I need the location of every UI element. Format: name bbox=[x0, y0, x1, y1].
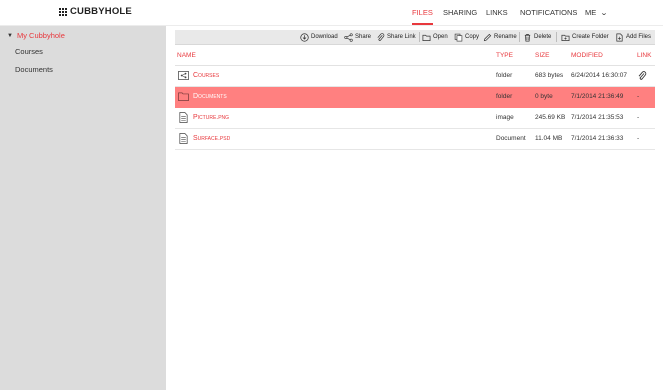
file-modified: 7/1/2014 21:36:49 bbox=[571, 93, 624, 100]
app-title: CUBBYHOLE bbox=[70, 6, 132, 17]
nav-notifications[interactable]: NOTIFICATIONS bbox=[520, 0, 577, 25]
nav-sharing[interactable]: SHARING bbox=[443, 0, 477, 25]
nav-links[interactable]: LINKS bbox=[486, 0, 508, 25]
shared-folder-icon bbox=[178, 71, 189, 80]
file-link: - bbox=[637, 135, 640, 142]
rename-button[interactable]: Rename bbox=[483, 30, 517, 44]
grid-logo-icon bbox=[58, 7, 67, 16]
file-type: folder bbox=[496, 72, 513, 79]
delete-label: Delete bbox=[534, 34, 552, 40]
copy-icon bbox=[454, 33, 463, 41]
file-size: 11.04 MB bbox=[535, 135, 563, 142]
nav-me-menu[interactable]: ME ⌄ bbox=[585, 0, 609, 25]
table-row[interactable]: Courses folder 683 bytes 6/24/2014 16:30… bbox=[175, 66, 655, 87]
download-button[interactable]: Download bbox=[300, 30, 338, 44]
file-modified: 7/1/2014 21:36:33 bbox=[571, 135, 624, 142]
top-bar: CUBBYHOLE FILES SHARING LINKS NOTIFICATI… bbox=[0, 0, 663, 26]
expand-triangle-icon[interactable]: ▼ bbox=[7, 33, 13, 39]
file-size: 683 bytes bbox=[535, 72, 564, 79]
table-header: Name Type Size Modified Link bbox=[175, 45, 655, 66]
file-type: image bbox=[496, 114, 514, 121]
sidebar-item-courses[interactable]: Courses bbox=[15, 47, 43, 56]
copy-button[interactable]: Copy bbox=[454, 30, 479, 44]
create-folder-label: Create Folder bbox=[572, 34, 609, 40]
file-toolbar: Download Share Share Link Open Copy Rena… bbox=[175, 30, 655, 45]
create-folder-button[interactable]: Create Folder bbox=[561, 30, 609, 44]
open-folder-icon bbox=[422, 34, 431, 41]
paperclip-icon bbox=[377, 32, 385, 41]
nav-me-label: ME bbox=[585, 8, 597, 17]
table-row[interactable]: Documents folder 0 byte 7/1/2014 21:36:4… bbox=[175, 87, 655, 108]
column-header-size[interactable]: Size bbox=[535, 52, 549, 59]
column-header-modified[interactable]: Modified bbox=[571, 52, 603, 59]
copy-label: Copy bbox=[465, 34, 480, 40]
open-button[interactable]: Open bbox=[422, 30, 448, 44]
column-header-link[interactable]: Link bbox=[637, 52, 651, 59]
sidebar-root-label: My Cubbyhole bbox=[16, 31, 65, 40]
share-label: Share bbox=[355, 34, 372, 40]
toolbar-divider bbox=[519, 32, 520, 42]
toolbar-divider bbox=[556, 32, 557, 42]
file-name[interactable]: Picture.png bbox=[193, 114, 229, 121]
file-modified: 6/24/2014 16:30:07 bbox=[571, 72, 628, 79]
app-logo[interactable]: CUBBYHOLE bbox=[58, 6, 132, 17]
sidebar: ▼ My Cubbyhole Courses Documents bbox=[0, 26, 166, 390]
delete-button[interactable]: Delete bbox=[523, 30, 551, 44]
file-modified: 7/1/2014 21:35:53 bbox=[571, 114, 624, 121]
file-name[interactable]: Surface.psd bbox=[193, 135, 230, 142]
folder-icon bbox=[178, 92, 189, 101]
new-folder-icon bbox=[561, 34, 570, 41]
trash-icon bbox=[524, 33, 531, 41]
file-name[interactable]: Courses bbox=[193, 72, 219, 79]
sidebar-root-my-cubbyhole[interactable]: ▼ My Cubbyhole bbox=[7, 31, 65, 40]
file-link: - bbox=[637, 93, 640, 100]
add-file-icon bbox=[616, 33, 623, 41]
open-label: Open bbox=[433, 34, 448, 40]
file-type: Document bbox=[496, 135, 526, 142]
file-size: 0 byte bbox=[535, 93, 553, 100]
share-link-label: Share Link bbox=[387, 34, 416, 40]
download-label: Download bbox=[311, 34, 338, 40]
file-type: folder bbox=[496, 93, 513, 100]
share-link-button[interactable]: Share Link bbox=[376, 30, 416, 44]
file-icon bbox=[179, 133, 188, 144]
share-button[interactable]: Share bbox=[344, 30, 371, 44]
file-name[interactable]: Documents bbox=[193, 93, 227, 100]
table-row[interactable]: Surface.psd Document 11.04 MB 7/1/2014 2… bbox=[175, 129, 655, 150]
rename-label: Rename bbox=[494, 34, 517, 40]
column-header-name[interactable]: Name bbox=[177, 52, 196, 59]
file-link: - bbox=[637, 114, 640, 121]
file-size: 245.69 KB bbox=[535, 114, 566, 121]
file-icon bbox=[179, 112, 188, 123]
file-table: Name Type Size Modified Link Courses fol… bbox=[175, 45, 655, 150]
toolbar-divider bbox=[419, 32, 420, 42]
add-files-label: Add Files bbox=[626, 34, 652, 40]
chevron-down-icon: ⌄ bbox=[600, 10, 609, 17]
add-files-button[interactable]: Add Files bbox=[615, 30, 651, 44]
nav-files[interactable]: FILES bbox=[412, 0, 433, 25]
table-row[interactable]: Picture.png image 245.69 KB 7/1/2014 21:… bbox=[175, 108, 655, 129]
pencil-icon bbox=[483, 33, 492, 41]
paperclip-icon[interactable] bbox=[637, 71, 647, 81]
download-icon bbox=[300, 32, 309, 42]
column-header-type[interactable]: Type bbox=[496, 52, 513, 59]
sidebar-item-documents[interactable]: Documents bbox=[15, 65, 53, 74]
share-icon bbox=[344, 32, 353, 42]
